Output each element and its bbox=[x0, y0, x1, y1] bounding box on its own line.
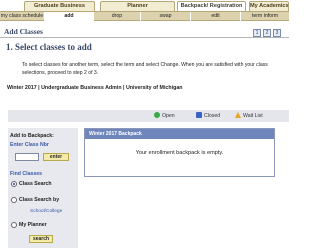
legend-closed: Closed bbox=[196, 112, 220, 120]
class-search-label[interactable]: Class Search bbox=[19, 181, 52, 187]
legend-closed-label: Closed bbox=[204, 113, 221, 119]
legend-open: Open bbox=[154, 112, 175, 120]
subnav-my-class-schedule[interactable]: my class schedule bbox=[0, 12, 44, 21]
legend-open-label: Open bbox=[162, 113, 175, 119]
tab-backpack-registration[interactable]: Backpack/ Registration bbox=[177, 1, 246, 11]
status-legend: Open Closed Wait List bbox=[8, 110, 289, 122]
term-info-line: Winter 2017 | Undergraduate Business Adm… bbox=[7, 85, 183, 91]
closed-square-icon bbox=[196, 112, 202, 118]
class-search-by-label[interactable]: Class Search by bbox=[19, 197, 59, 203]
open-circle-icon bbox=[154, 112, 160, 118]
sub-navigation: my class schedule add drop swap edit ter… bbox=[0, 11, 289, 21]
class-nbr-input[interactable] bbox=[15, 153, 39, 161]
wait-list-triangle-icon bbox=[235, 112, 241, 118]
class-search-radio[interactable] bbox=[11, 181, 17, 187]
step-heading: 1. Select classes to add bbox=[6, 42, 92, 52]
step-2-icon[interactable]: 2 bbox=[263, 29, 271, 37]
backpack-header: Winter 2017 Backpack bbox=[85, 129, 274, 139]
legend-wait-list: Wait List bbox=[235, 112, 263, 120]
page-title: Add Classes bbox=[4, 27, 43, 36]
my-planner-label[interactable]: My Planner bbox=[19, 222, 47, 228]
instructions-text: To select classes for another term, sele… bbox=[22, 62, 268, 76]
subnav-swap[interactable]: swap bbox=[140, 12, 190, 21]
add-to-backpack-label: Add to Backpack: bbox=[10, 133, 54, 139]
legend-wait-list-label: Wait List bbox=[243, 113, 263, 119]
top-tab-bar: Graduate Business Planner Backpack/ Regi… bbox=[0, 0, 289, 11]
subnav-edit[interactable]: edit bbox=[190, 12, 240, 21]
tab-my-academics[interactable]: My Academics bbox=[249, 1, 289, 11]
tab-graduate-business[interactable]: Graduate Business bbox=[24, 1, 95, 11]
title-divider bbox=[0, 37, 289, 38]
subnav-drop[interactable]: drop bbox=[93, 12, 140, 21]
find-classes-label: Find Classes bbox=[10, 171, 43, 177]
subnav-term-information[interactable]: term inform bbox=[240, 12, 289, 21]
class-nbr-label: Enter Class Nbr bbox=[10, 142, 49, 148]
subnav-add[interactable]: add bbox=[44, 12, 93, 21]
class-search-by-radio[interactable] bbox=[11, 197, 17, 203]
enter-button[interactable]: enter bbox=[43, 153, 69, 161]
my-planner-radio[interactable] bbox=[11, 222, 17, 228]
backpack-table: Winter 2017 Backpack Your enrollment bac… bbox=[84, 128, 275, 177]
school-college-label: School/College bbox=[30, 209, 63, 214]
step-3-icon[interactable]: 3 bbox=[273, 29, 281, 37]
backpack-empty-message: Your enrollment backpack is empty. bbox=[135, 150, 224, 156]
step-1-icon[interactable]: 1 bbox=[253, 29, 261, 37]
search-button[interactable]: search bbox=[29, 235, 53, 243]
tab-planner[interactable]: Planner bbox=[100, 1, 175, 11]
